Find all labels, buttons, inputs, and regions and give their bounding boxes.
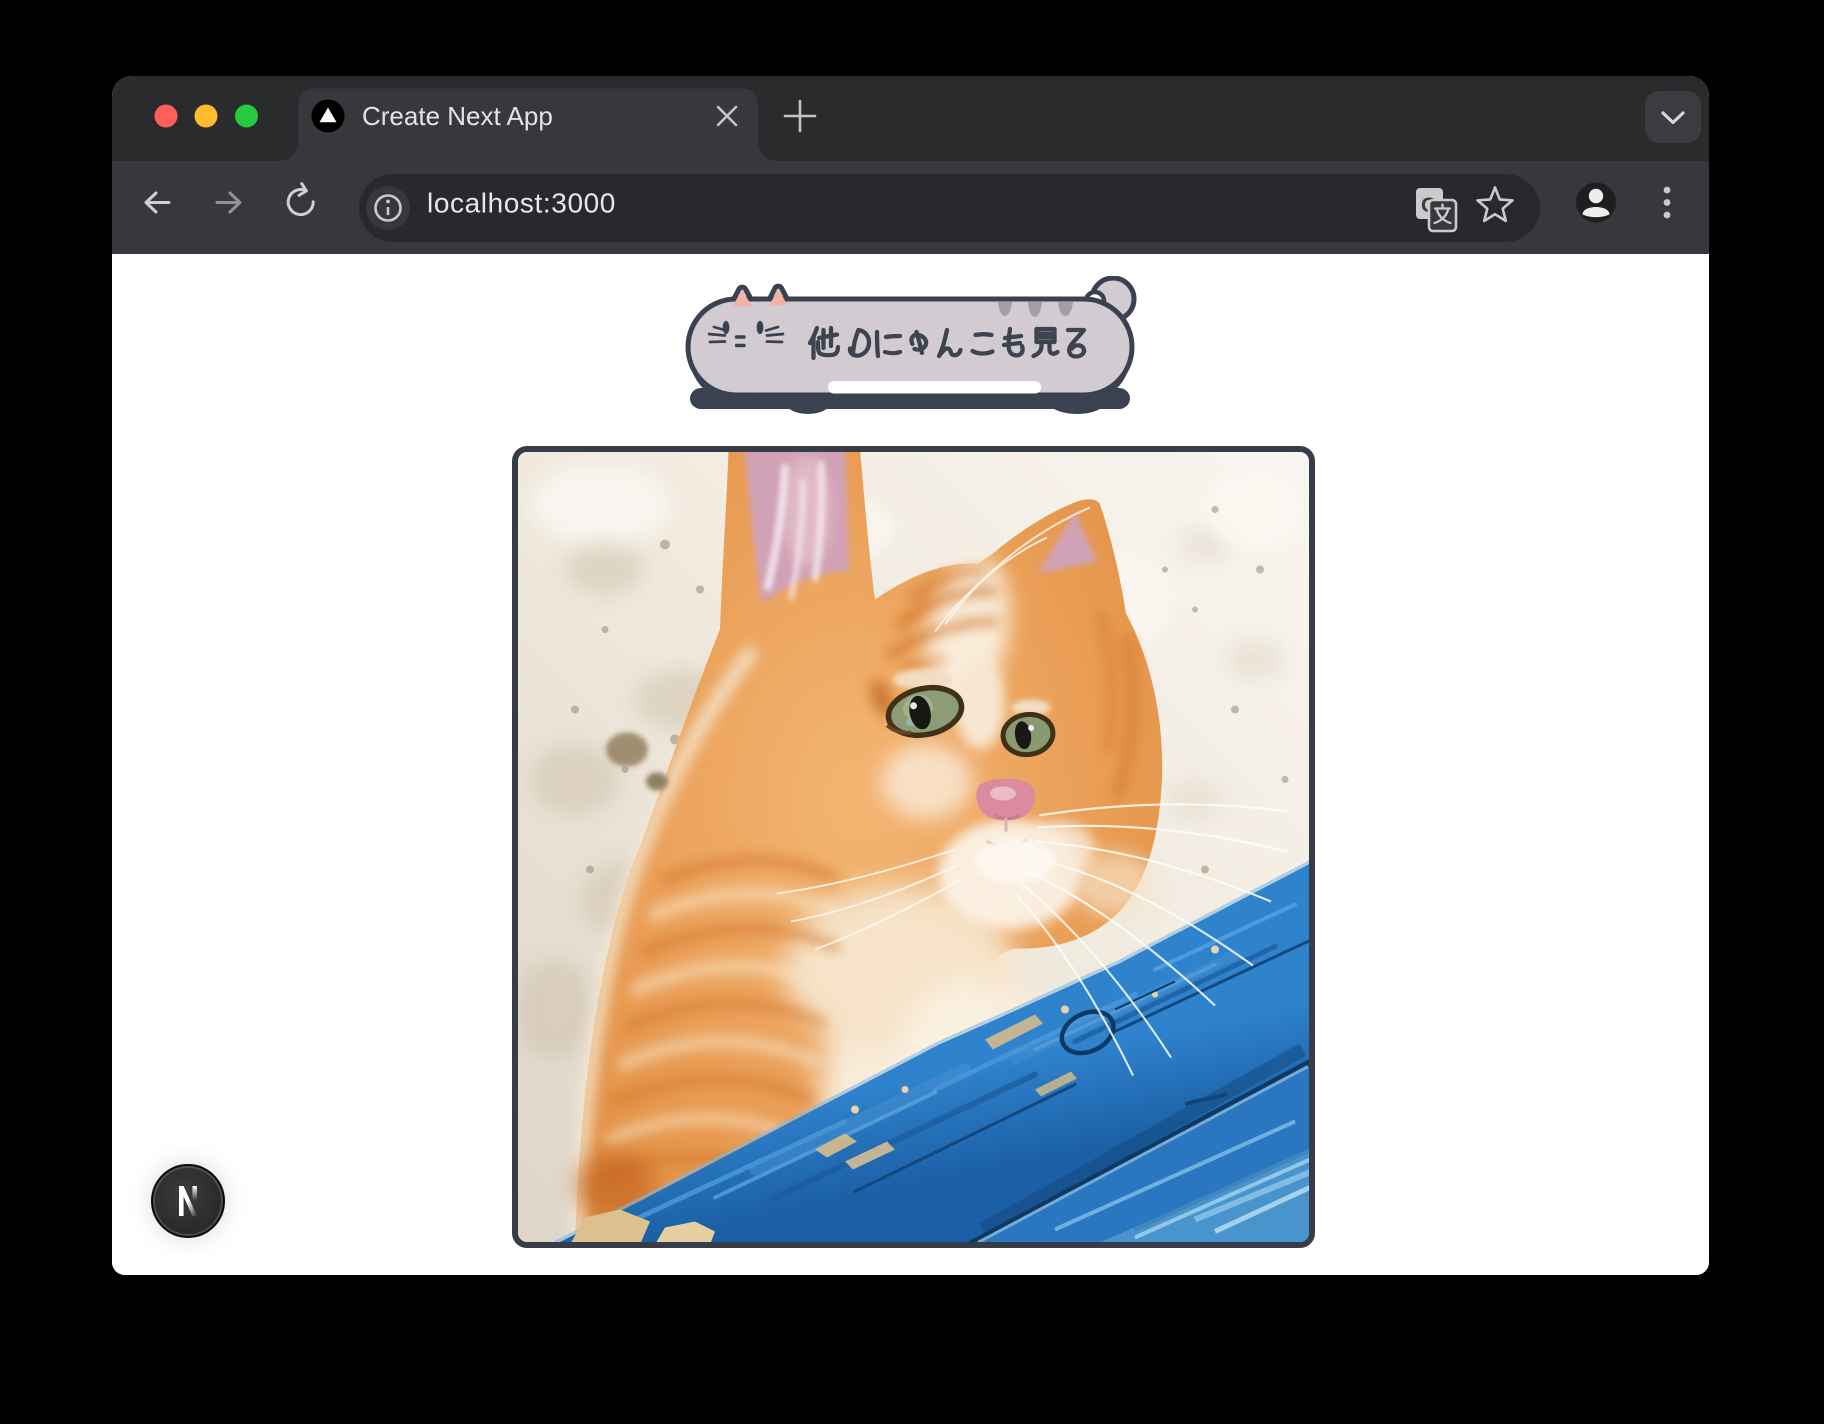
svg-text:localhost:3000: localhost:3000 <box>427 188 616 219</box>
svg-text:Create Next App: Create Next App <box>362 101 553 131</box>
